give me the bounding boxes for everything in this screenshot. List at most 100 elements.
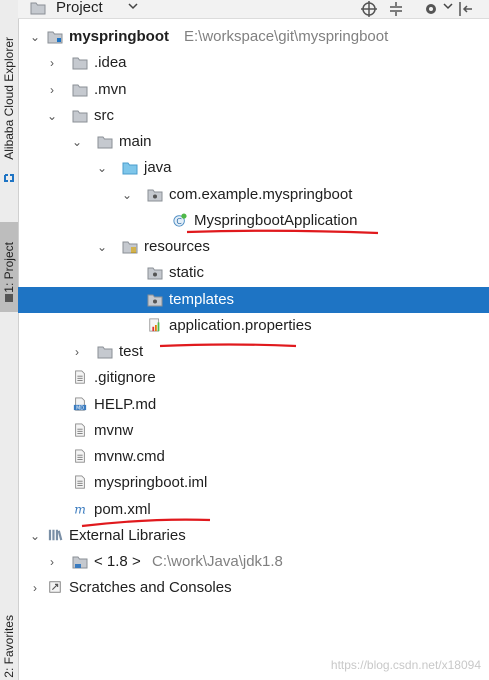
folder-icon — [72, 84, 88, 96]
maven-icon: m — [74, 502, 86, 516]
folder-icon — [97, 346, 113, 359]
chevron-right-icon[interactable]: › — [45, 50, 59, 76]
tree-item-pom-xml[interactable]: m pom.xml — [18, 497, 489, 523]
tree-item-gitignore[interactable]: .gitignore — [18, 365, 489, 391]
text-file-icon — [75, 449, 85, 463]
text-file-icon — [75, 423, 85, 437]
tree-item-label: MyspringbootApplication — [194, 211, 358, 229]
spring-class-icon: C — [173, 213, 187, 227]
text-file-icon — [75, 370, 85, 384]
project-view-title[interactable]: Project — [56, 0, 103, 16]
source-folder-icon — [122, 162, 138, 175]
tree-item-label: mvnw.cmd — [94, 448, 165, 465]
markdown-file-icon: MD — [73, 396, 87, 411]
tree-item-idea[interactable]: › .idea — [18, 50, 489, 76]
package-icon — [147, 189, 163, 201]
chevron-down-icon[interactable]: ⌄ — [95, 155, 109, 181]
tree-item-mvnw-cmd[interactable]: mvnw.cmd — [18, 444, 489, 470]
tree-item-scratches[interactable]: › Scratches and Consoles — [18, 575, 489, 601]
tree-item-main[interactable]: ⌄ main — [18, 129, 489, 155]
gear-dropdown-icon[interactable] — [443, 1, 453, 11]
tree-item-resources[interactable]: ⌄ resources — [18, 234, 489, 260]
text-file-icon — [75, 475, 85, 489]
tree-item-iml[interactable]: myspringboot.iml — [18, 470, 489, 496]
tree-item-label: pom.xml — [94, 500, 151, 518]
resources-folder-icon — [122, 241, 138, 254]
properties-file-icon — [149, 318, 160, 332]
hide-panel-icon[interactable] — [458, 1, 474, 17]
tree-item-java[interactable]: ⌄ java — [18, 155, 489, 181]
tree-item-label: Scratches and Consoles — [69, 579, 232, 597]
tree-item-templates[interactable]: templates — [18, 286, 489, 313]
chevron-down-icon[interactable]: ⌄ — [28, 523, 42, 549]
tree-item-src[interactable]: ⌄ src — [18, 103, 489, 129]
tree-item-myspringboot[interactable]: ⌄ myspringboot E:\workspace\git\myspring… — [18, 24, 489, 50]
chevron-down-icon[interactable]: ⌄ — [95, 234, 109, 260]
tree-item-label: < 1.8 > — [94, 553, 141, 570]
project-tree: ⌄ myspringboot E:\workspace\git\myspring… — [18, 24, 489, 602]
web-folder-icon — [147, 294, 163, 306]
collapse-all-icon[interactable] — [388, 1, 404, 17]
tree-item-label: .mvn — [94, 80, 127, 98]
svg-text:m: m — [74, 502, 86, 516]
gear-icon[interactable] — [423, 1, 439, 17]
svg-text:C: C — [176, 217, 182, 226]
cloud-icon — [4, 174, 14, 182]
chevron-down-icon[interactable] — [128, 1, 138, 11]
tree-item-label: myspringboot — [69, 28, 169, 45]
tree-item-label: src — [94, 106, 114, 124]
tree-item-label: java — [144, 159, 172, 177]
locate-icon[interactable] — [361, 1, 377, 17]
folder-icon — [97, 136, 113, 149]
svg-text:MD: MD — [76, 405, 84, 411]
tree-item-label: HELP.md — [94, 395, 157, 413]
project-icon — [5, 294, 13, 302]
folder-icon — [72, 110, 88, 123]
tree-item-external-libraries[interactable]: ⌄ External Libraries — [18, 523, 489, 549]
tree-item-label: External Libraries — [69, 526, 186, 544]
tree-item-label: .idea — [94, 54, 127, 72]
tree-item-label: myspringboot.iml — [94, 474, 208, 492]
tree-item-help-md[interactable]: MD HELP.md — [18, 392, 489, 418]
chevron-right-icon[interactable]: › — [45, 549, 59, 575]
library-icon — [48, 529, 63, 541]
project-header: Project — [18, 0, 489, 19]
tree-item-label: templates — [169, 290, 235, 308]
tree-item-label: test — [119, 343, 144, 360]
tool-window-strip: Alibaba Cloud Explorer 1: Project 2: Fav… — [0, 0, 19, 680]
folder-icon — [30, 2, 46, 15]
project-tab-label: 1: Project — [2, 241, 16, 293]
chevron-down-icon[interactable]: ⌄ — [28, 24, 42, 50]
watermark: https://blog.csdn.net/x18094 — [330, 658, 481, 672]
tree-item-label: static — [169, 264, 205, 282]
tree-item-label: main — [119, 133, 152, 150]
tree-item-label: application.properties — [169, 316, 312, 334]
tree-item-path: E:\workspace\git\myspringboot — [184, 28, 389, 45]
tree-item-jdk[interactable]: › < 1.8 > C:\work\Java\jdk1.8 — [18, 549, 489, 575]
alibaba-cloud-explorer-tab[interactable]: Alibaba Cloud Explorer — [0, 18, 18, 178]
tree-item-label: mvnw — [94, 421, 134, 439]
chevron-down-icon[interactable]: ⌄ — [45, 103, 59, 129]
module-folder-icon — [47, 31, 63, 44]
tree-item-label: resources — [144, 238, 210, 255]
tree-item-application-properties[interactable]: application.properties — [18, 313, 489, 339]
scratches-icon — [49, 581, 61, 593]
favorites-tab[interactable]: 2: Favorites — [0, 612, 18, 680]
jdk-folder-icon — [72, 556, 88, 569]
tree-item-path: C:\work\Java\jdk1.8 — [152, 553, 283, 570]
chevron-down-icon[interactable]: ⌄ — [70, 129, 84, 155]
folder-icon — [72, 57, 88, 70]
chevron-right-icon[interactable]: › — [28, 575, 42, 601]
chevron-right-icon[interactable]: › — [45, 77, 59, 103]
tree-item-static[interactable]: static — [18, 260, 489, 286]
tree-item-test[interactable]: › test — [18, 339, 489, 365]
chevron-down-icon[interactable]: ⌄ — [120, 182, 134, 208]
tree-item-label: com.example.myspringboot — [169, 185, 353, 203]
tree-item-app-class[interactable]: C MyspringbootApplication — [18, 208, 489, 234]
tree-item-mvn[interactable]: › .mvn — [18, 77, 489, 103]
tree-item-mvnw[interactable]: mvnw — [18, 418, 489, 444]
tree-item-package[interactable]: ⌄ com.example.myspringboot — [18, 182, 489, 208]
chevron-right-icon[interactable]: › — [70, 339, 84, 365]
tree-item-label: .gitignore — [94, 369, 156, 387]
favorites-tab-label: 2: Favorites — [2, 614, 16, 678]
